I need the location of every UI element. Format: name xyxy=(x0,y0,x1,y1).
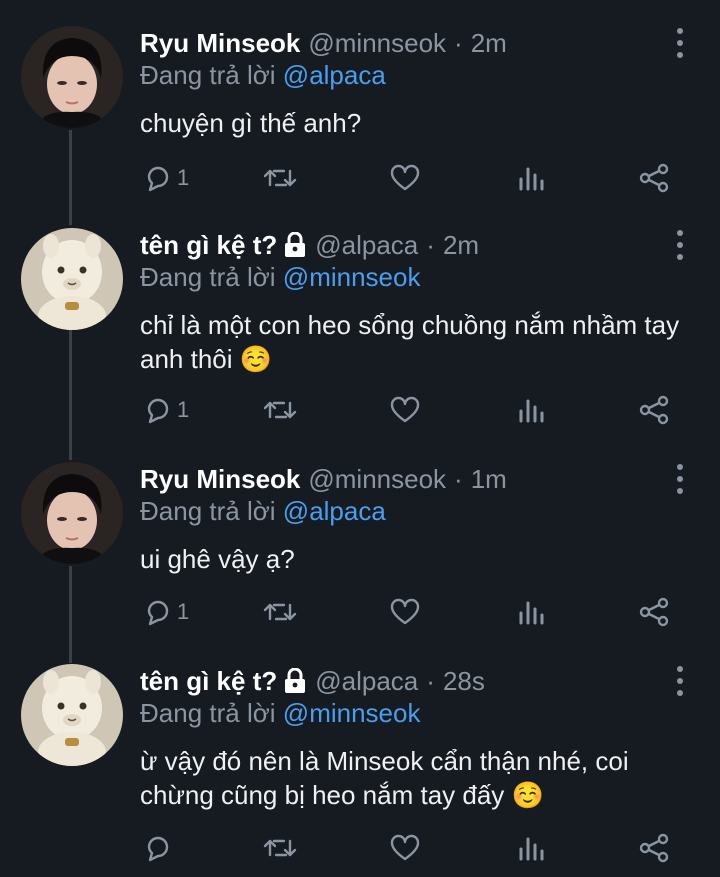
analytics-button[interactable] xyxy=(516,158,546,198)
action-bar: 1 xyxy=(0,592,720,632)
reply-button[interactable]: 1 xyxy=(143,390,189,430)
reply-icon xyxy=(147,836,169,862)
display-name[interactable]: tên gì kệ t? xyxy=(140,666,277,697)
action-bar: 1 xyxy=(0,390,720,430)
display-name[interactable]: tên gì kệ t? xyxy=(140,230,277,261)
timestamp[interactable]: 2m xyxy=(471,28,507,59)
action-bar: 1 xyxy=(0,158,720,198)
tweet-text: ừ vậy đó nên là Minseok cẩn thận nhé, co… xyxy=(140,746,629,810)
tweet-3[interactable]: Ryu Minseok @minnseok · 1m Đang trả lời … xyxy=(0,462,720,652)
timestamp[interactable]: 28s xyxy=(443,666,485,697)
user-handle[interactable]: @minnseok xyxy=(308,464,446,495)
retweet-icon xyxy=(263,839,297,857)
reply-count: 1 xyxy=(177,165,190,190)
reply-count: 1 xyxy=(177,397,190,422)
retweet-button[interactable] xyxy=(262,390,298,430)
analytics-button[interactable] xyxy=(516,828,546,868)
replying-to: Đang trả lời @alpaca xyxy=(140,60,386,91)
heart-icon xyxy=(390,834,420,861)
like-button[interactable] xyxy=(389,390,421,430)
share-button[interactable] xyxy=(639,828,669,868)
reply-count: 1 xyxy=(177,599,190,624)
reply-icon xyxy=(147,600,169,626)
more-vertical-icon[interactable] xyxy=(676,28,684,58)
heart-icon xyxy=(390,164,420,191)
lock-icon xyxy=(283,668,307,694)
tweet-header: Ryu Minseok @minnseok · 1m xyxy=(140,462,507,496)
like-button[interactable] xyxy=(389,158,421,198)
lock-icon xyxy=(283,232,307,258)
share-icon xyxy=(639,163,669,193)
share-icon xyxy=(639,833,669,863)
more-vertical-icon[interactable] xyxy=(676,666,684,696)
share-icon xyxy=(639,395,669,425)
share-button[interactable] xyxy=(639,592,669,632)
like-button[interactable] xyxy=(389,592,421,632)
retweet-icon xyxy=(263,401,297,419)
timestamp[interactable]: 1m xyxy=(471,464,507,495)
avatar-alpaca[interactable] xyxy=(21,228,123,330)
reply-button[interactable] xyxy=(143,828,177,868)
replying-to-label: Đang trả lời xyxy=(140,496,276,526)
like-button[interactable] xyxy=(389,828,421,868)
retweet-icon xyxy=(263,169,297,187)
mention-link[interactable]: @alpaca xyxy=(283,60,386,90)
avatar-minseok[interactable] xyxy=(21,462,123,564)
user-handle[interactable]: @alpaca xyxy=(315,666,418,697)
replying-to: Đang trả lời @alpaca xyxy=(140,496,386,527)
heart-icon xyxy=(390,396,420,423)
more-vertical-icon[interactable] xyxy=(676,464,684,494)
reply-icon xyxy=(147,166,169,192)
share-button[interactable] xyxy=(639,158,669,198)
mention-link[interactable]: @minnseok xyxy=(283,262,421,292)
analytics-icon xyxy=(519,601,544,625)
tweet-text: chuyện gì thế anh? xyxy=(140,108,362,138)
reply-button[interactable]: 1 xyxy=(143,592,189,632)
separator: · xyxy=(454,27,463,58)
user-handle[interactable]: @minnseok xyxy=(308,28,446,59)
tweet-1[interactable]: Ryu Minseok @minnseok · 2m Đang trả lời … xyxy=(0,26,720,216)
mention-link[interactable]: @minnseok xyxy=(283,698,421,728)
reply-button[interactable]: 1 xyxy=(143,158,189,198)
avatar-alpaca[interactable] xyxy=(21,664,123,766)
tweet-header: tên gì kệ t? @alpaca · 28s xyxy=(140,664,485,698)
timestamp[interactable]: 2m xyxy=(443,230,479,261)
tweet-2[interactable]: tên gì kệ t? @alpaca · 2m Đang trả lời @… xyxy=(0,228,720,448)
user-handle[interactable]: @alpaca xyxy=(315,230,418,261)
replying-to: Đang trả lời @minnseok xyxy=(140,262,420,293)
separator: · xyxy=(454,463,463,494)
retweet-button[interactable] xyxy=(262,828,298,868)
share-button[interactable] xyxy=(639,390,669,430)
replying-to-label: Đang trả lời xyxy=(140,698,276,728)
replying-to: Đang trả lời @minnseok xyxy=(140,698,420,729)
tweet-4[interactable]: tên gì kệ t? @alpaca · 28s Đang trả lời … xyxy=(0,664,720,874)
analytics-icon xyxy=(519,399,544,423)
separator: · xyxy=(426,229,435,260)
tweet-header: Ryu Minseok @minnseok · 2m xyxy=(140,26,507,60)
replying-to-label: Đang trả lời xyxy=(140,60,276,90)
tweet-text: chỉ là một con heo sổng chuồng nắm nhầm … xyxy=(140,310,680,374)
reply-icon xyxy=(147,398,169,424)
tweet-text: ui ghê vậy ạ? xyxy=(140,544,295,574)
retweet-icon xyxy=(263,603,297,621)
display-name[interactable]: Ryu Minseok xyxy=(140,464,300,495)
analytics-icon xyxy=(519,837,544,861)
analytics-icon xyxy=(519,167,544,191)
heart-icon xyxy=(390,598,420,625)
display-name[interactable]: Ryu Minseok xyxy=(140,28,300,59)
replying-to-label: Đang trả lời xyxy=(140,262,276,292)
tweet-header: tên gì kệ t? @alpaca · 2m xyxy=(140,228,479,262)
share-icon xyxy=(639,597,669,627)
retweet-button[interactable] xyxy=(262,592,298,632)
mention-link[interactable]: @alpaca xyxy=(283,496,386,526)
analytics-button[interactable] xyxy=(516,592,546,632)
more-vertical-icon[interactable] xyxy=(676,230,684,260)
avatar-minseok[interactable] xyxy=(21,26,123,128)
analytics-button[interactable] xyxy=(516,390,546,430)
action-bar xyxy=(0,828,720,868)
retweet-button[interactable] xyxy=(262,158,298,198)
separator: · xyxy=(426,665,435,696)
